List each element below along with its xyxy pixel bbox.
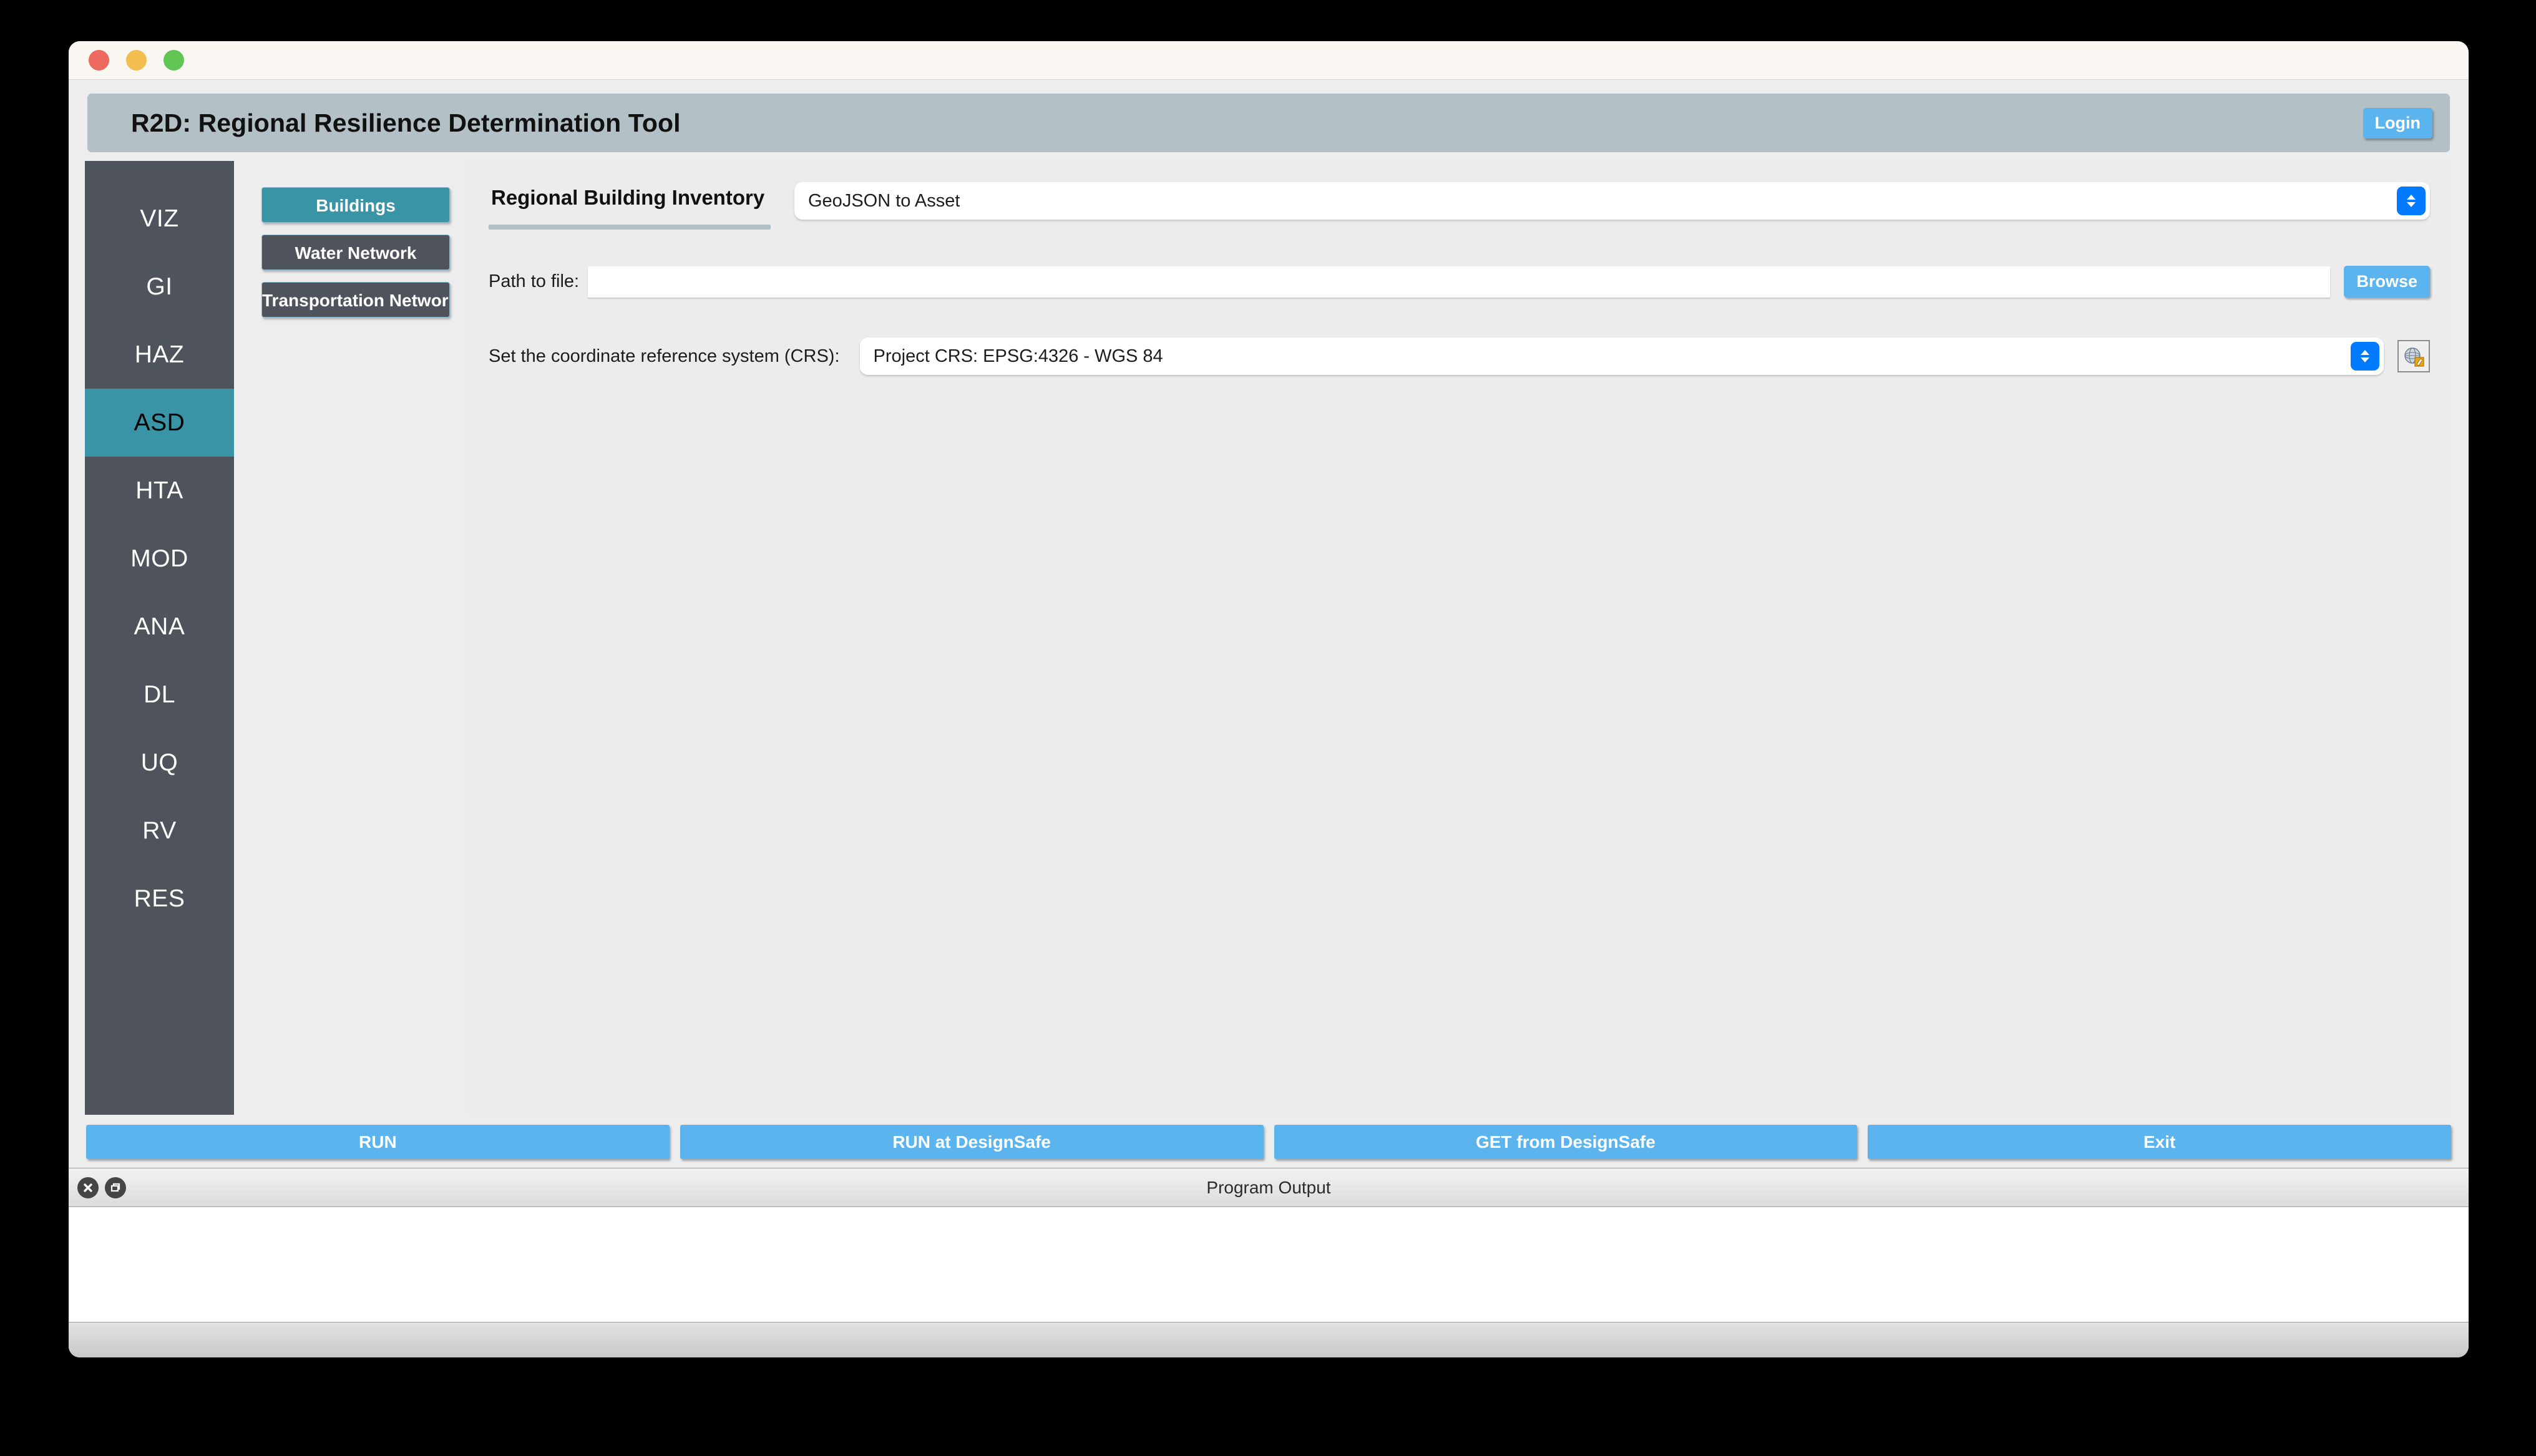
section-underline xyxy=(489,225,771,230)
inventory-method-dropdown[interactable]: GeoJSON to Asset xyxy=(794,182,2430,220)
section-header: Regional Building Inventory GeoJSON to A… xyxy=(489,180,2430,230)
exit-button[interactable]: Exit xyxy=(1868,1125,2451,1159)
desktop-background: R2D: Regional Resilience Determination T… xyxy=(0,0,2536,1456)
sidebar-item-haz[interactable]: HAZ xyxy=(85,321,234,389)
sidebar-item-hta[interactable]: HTA xyxy=(85,457,234,525)
sidebar-item-viz[interactable]: VIZ xyxy=(85,185,234,253)
application-window: R2D: Regional Resilience Determination T… xyxy=(69,41,2469,1357)
run-button[interactable]: RUN xyxy=(86,1125,670,1159)
sidebar-item-uq[interactable]: UQ xyxy=(85,729,234,797)
globe-edit-icon[interactable] xyxy=(2397,340,2430,372)
application-body: R2D: Regional Resilience Determination T… xyxy=(69,80,2469,1357)
section-title-container: Regional Building Inventory xyxy=(489,180,794,230)
section-title: Regional Building Inventory xyxy=(491,186,765,209)
sidebar-item-asd[interactable]: ASD xyxy=(85,389,234,457)
sidebar-item-ana[interactable]: ANA xyxy=(85,593,234,661)
get-from-designsafe-button[interactable]: GET from DesignSafe xyxy=(1274,1125,1858,1159)
close-icon[interactable] xyxy=(77,1177,99,1198)
program-output-title: Program Output xyxy=(1206,1177,1331,1197)
browse-button[interactable]: Browse xyxy=(2344,266,2430,298)
crs-dropdown[interactable]: Project CRS: EPSG:4326 - WGS 84 xyxy=(859,337,2384,375)
asset-definition-panel: Regional Building Inventory GeoJSON to A… xyxy=(467,161,2451,1115)
app-header-banner: R2D: Regional Resilience Determination T… xyxy=(87,94,2450,152)
run-at-designsafe-button[interactable]: RUN at DesignSafe xyxy=(680,1125,1264,1159)
window-close-button[interactable] xyxy=(89,50,109,70)
inventory-method-value: GeoJSON to Asset xyxy=(808,190,960,211)
path-to-file-label: Path to file: xyxy=(489,271,580,291)
program-output-dock-header: Program Output xyxy=(69,1168,2469,1206)
path-to-file-input[interactable] xyxy=(588,266,2331,298)
asset-type-selector: Buildings Water Network Transportation N… xyxy=(261,161,452,1115)
chevron-updown-icon[interactable] xyxy=(2351,342,2379,371)
path-to-file-row: Path to file: Browse xyxy=(489,266,2430,298)
content-region: Buildings Water Network Transportation N… xyxy=(234,161,2469,1115)
window-minimize-button[interactable] xyxy=(126,50,147,70)
undock-icon[interactable] xyxy=(105,1177,126,1198)
sidebar-item-mod[interactable]: MOD xyxy=(85,525,234,593)
crs-value: Project CRS: EPSG:4326 - WGS 84 xyxy=(873,346,1163,366)
page-title: R2D: Regional Resilience Determination T… xyxy=(131,108,681,137)
login-button[interactable]: Login xyxy=(2363,107,2432,138)
crs-label: Set the coordinate reference system (CRS… xyxy=(489,346,840,366)
action-button-bar: RUN RUN at DesignSafe GET from DesignSaf… xyxy=(69,1115,2469,1168)
asset-button-water-network[interactable]: Water Network xyxy=(261,235,450,270)
window-statusbar xyxy=(69,1323,2469,1357)
program-output-text[interactable] xyxy=(69,1206,2469,1323)
sidebar-item-res[interactable]: RES xyxy=(85,865,234,933)
sidebar-item-gi[interactable]: GI xyxy=(85,253,234,321)
asset-button-buildings[interactable]: Buildings xyxy=(261,187,450,223)
workflow-sidebar: VIZ GI HAZ ASD HTA MOD ANA DL UQ RV RES xyxy=(85,161,234,1115)
crs-row: Set the coordinate reference system (CRS… xyxy=(489,337,2430,375)
asset-button-transportation-network[interactable]: Transportation Network xyxy=(261,282,450,318)
window-maximize-button[interactable] xyxy=(163,50,184,70)
app-header-container: R2D: Regional Resilience Determination T… xyxy=(69,80,2469,161)
sidebar-item-dl[interactable]: DL xyxy=(85,661,234,729)
window-titlebar xyxy=(69,41,2469,80)
chevron-updown-icon[interactable] xyxy=(2397,187,2426,215)
main-region: VIZ GI HAZ ASD HTA MOD ANA DL UQ RV RES … xyxy=(69,161,2469,1115)
sidebar-item-rv[interactable]: RV xyxy=(85,797,234,865)
